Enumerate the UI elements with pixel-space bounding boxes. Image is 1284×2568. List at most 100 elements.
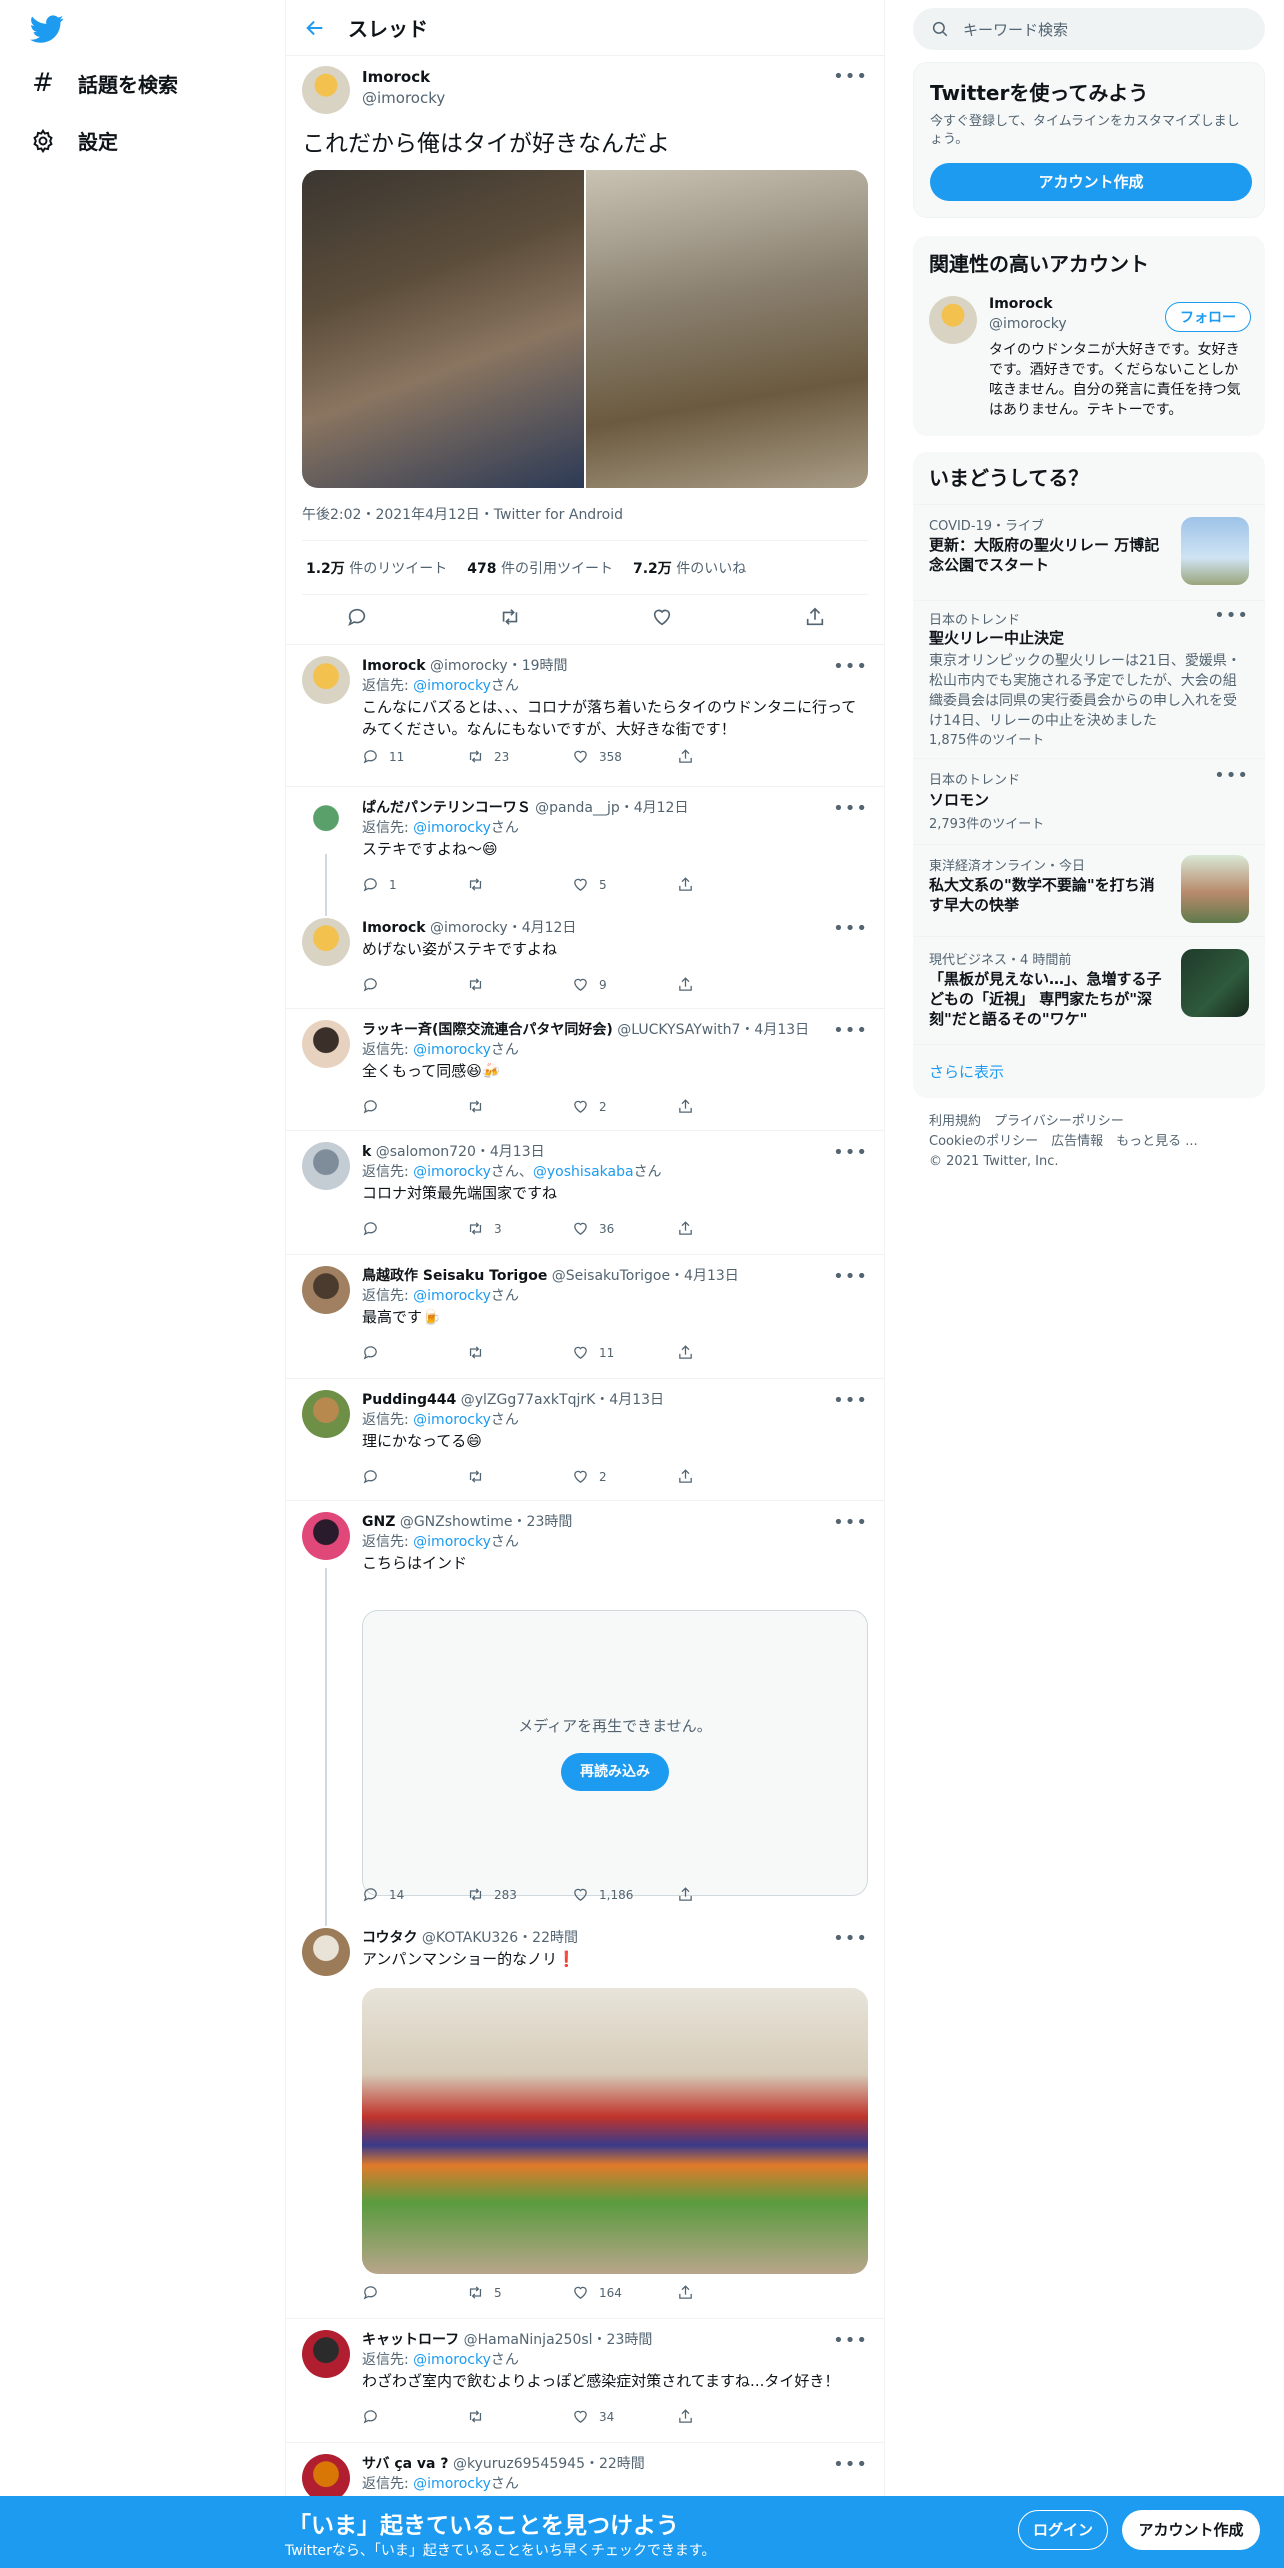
author-name[interactable]: k bbox=[362, 1144, 371, 1160]
share-action[interactable] bbox=[677, 976, 782, 993]
like-action[interactable]: 358 bbox=[572, 748, 677, 765]
like-action[interactable]: 36 bbox=[572, 1220, 677, 1237]
share-action[interactable] bbox=[677, 876, 782, 893]
show-more-link[interactable]: さらに表示 bbox=[913, 1044, 1265, 1098]
reply-icon[interactable] bbox=[346, 606, 368, 628]
footer-links-2[interactable]: Cookieのポリシー 広告情報 もっと見る ... bbox=[929, 1132, 1198, 1152]
twitter-logo-icon[interactable] bbox=[30, 12, 64, 46]
trend-item[interactable]: 日本のトレンド ••• ソロモン 2,793件のツイート bbox=[913, 758, 1265, 840]
reply-to-link[interactable]: @imorocky bbox=[413, 678, 491, 694]
reply-action[interactable] bbox=[362, 2284, 467, 2301]
tweet-meta[interactable]: 午後2:02・2021年4月12日・Twitter for Android bbox=[302, 504, 623, 524]
author-name[interactable]: Imorock bbox=[362, 68, 430, 86]
more-icon[interactable]: ••• bbox=[833, 66, 868, 87]
like-stat[interactable]: 7.2万 件のいいね bbox=[633, 558, 746, 578]
author-name[interactable]: GNZ bbox=[362, 1514, 395, 1530]
retweet-action[interactable] bbox=[467, 2408, 572, 2425]
author-handle[interactable]: @imorocky bbox=[362, 89, 445, 107]
reply-to-link[interactable]: @imorocky bbox=[413, 820, 491, 836]
author-handle[interactable]: @SeisakuTorigoe・4月13日 bbox=[552, 1268, 739, 1284]
retweet-action[interactable] bbox=[467, 976, 572, 993]
author-name[interactable]: Imorock bbox=[362, 920, 426, 936]
search-box[interactable]: キーワード検索 bbox=[913, 8, 1265, 50]
photo-2[interactable] bbox=[586, 170, 868, 488]
avatar[interactable] bbox=[302, 798, 350, 846]
author-handle[interactable]: @imorocky・19時間 bbox=[430, 658, 568, 674]
reload-button[interactable]: 再読み込み bbox=[561, 1753, 669, 1791]
reply-action[interactable]: 1 bbox=[362, 876, 467, 893]
follow-button[interactable]: フォロー bbox=[1165, 302, 1251, 332]
reply-to-link[interactable]: @imorocky bbox=[413, 1534, 491, 1550]
avatar[interactable] bbox=[302, 1142, 350, 1190]
author-name[interactable]: コウタク bbox=[362, 1930, 417, 1946]
reply-action[interactable] bbox=[362, 1344, 467, 1361]
like-action[interactable]: 11 bbox=[572, 1344, 677, 1361]
author-handle[interactable]: @KOTAKU326・22時間 bbox=[422, 1930, 578, 1946]
reply-to-link[interactable]: @imorocky bbox=[413, 1288, 491, 1304]
share-action[interactable] bbox=[677, 1344, 782, 1361]
like-action[interactable]: 5 bbox=[572, 876, 677, 893]
avatar[interactable] bbox=[302, 1020, 350, 1068]
like-action[interactable]: 34 bbox=[572, 2408, 677, 2425]
reply-to-link[interactable]: @imorocky bbox=[413, 2352, 491, 2368]
avatar[interactable] bbox=[302, 2330, 350, 2378]
like-action[interactable]: 164 bbox=[572, 2284, 677, 2301]
retweet-action[interactable]: 3 bbox=[467, 1220, 572, 1237]
avatar[interactable] bbox=[302, 2454, 350, 2502]
search-input[interactable]: キーワード検索 bbox=[963, 19, 1068, 40]
retweet-action[interactable]: 283 bbox=[467, 1886, 572, 1903]
author-name[interactable]: ラッキー斉(国際交流連合パタヤ同好会) bbox=[362, 1022, 613, 1038]
reply-to-link[interactable]: @imorocky bbox=[413, 2476, 491, 2492]
video-player[interactable]: メディアを再生できません。 再読み込み bbox=[362, 1610, 868, 1896]
tweet-media[interactable] bbox=[302, 170, 868, 488]
author-name[interactable]: Pudding444 bbox=[362, 1392, 456, 1408]
reply-action[interactable] bbox=[362, 1098, 467, 1115]
back-arrow-icon[interactable] bbox=[304, 17, 326, 39]
trend-item[interactable]: COVID-19・ライブ 更新：大阪府の聖火リレー 万博記念公園でスタート bbox=[913, 504, 1265, 592]
nav-explore[interactable]: # 話題を検索 bbox=[30, 68, 178, 98]
share-action[interactable] bbox=[677, 1098, 782, 1115]
retweet-action[interactable] bbox=[467, 876, 572, 893]
author-handle[interactable]: @HamaNinja250sl・23時間 bbox=[464, 2332, 653, 2348]
author-handle[interactable]: @kyuruz69545945・22時間 bbox=[453, 2456, 645, 2472]
retweet-action[interactable]: 23 bbox=[467, 748, 572, 765]
avatar[interactable] bbox=[302, 656, 350, 704]
retweet-action[interactable] bbox=[467, 1468, 572, 1485]
author-handle[interactable]: @LUCKYSAYwith7・4月13日 bbox=[617, 1022, 809, 1038]
retweet-action[interactable] bbox=[467, 1344, 572, 1361]
reply-to-link[interactable]: @imorocky bbox=[413, 1164, 491, 1180]
avatar[interactable] bbox=[302, 1266, 350, 1314]
account-name[interactable]: Imorock bbox=[989, 296, 1053, 312]
like-action[interactable]: 1,186 bbox=[572, 1886, 677, 1903]
share-action[interactable] bbox=[677, 2408, 782, 2425]
reply-action[interactable] bbox=[362, 2408, 467, 2425]
reply-action[interactable] bbox=[362, 1468, 467, 1485]
photo-1[interactable] bbox=[302, 170, 584, 488]
share-action[interactable] bbox=[677, 1468, 782, 1485]
quote-stat[interactable]: 478 件の引用ツイート bbox=[467, 558, 613, 578]
avatar[interactable] bbox=[302, 1390, 350, 1438]
avatar[interactable] bbox=[929, 296, 977, 344]
reply-photo[interactable] bbox=[362, 1988, 868, 2274]
like-action[interactable]: 2 bbox=[572, 1098, 677, 1115]
avatar[interactable] bbox=[302, 1512, 350, 1560]
reply-to-link[interactable]: @imorocky bbox=[413, 1042, 491, 1058]
avatar[interactable] bbox=[302, 66, 350, 114]
more-icon[interactable]: ••• bbox=[1214, 605, 1249, 626]
trend-item[interactable]: 現代ビジネス・4 時間前 「黒板が見えない…」、急増する子どもの「近視」 専門家… bbox=[913, 936, 1265, 1044]
author-name[interactable]: キャットローフ bbox=[362, 2332, 459, 2348]
author-name[interactable]: 鳥越政作 Seisaku Torigoe bbox=[362, 1268, 547, 1284]
avatar[interactable] bbox=[302, 918, 350, 966]
retweet-action[interactable]: 5 bbox=[467, 2284, 572, 2301]
author-handle[interactable]: @salomon720・4月13日 bbox=[376, 1144, 545, 1160]
reply-action[interactable]: 11 bbox=[362, 748, 467, 765]
account-handle[interactable]: @imorocky bbox=[989, 316, 1067, 332]
author-name[interactable]: ぱんだパンテリンコーワＳ bbox=[362, 800, 531, 816]
share-icon[interactable] bbox=[804, 606, 826, 628]
author-handle[interactable]: @ylZGg77axkTqjrK・4月13日 bbox=[461, 1392, 664, 1408]
author-handle[interactable]: @GNZshowtime・23時間 bbox=[400, 1514, 573, 1530]
reply-to-link[interactable]: @imorocky bbox=[413, 1412, 491, 1428]
trend-item[interactable]: 東洋経済オンライン・今日 私大文系の"数学不要論"を打ち消す早大の快挙 bbox=[913, 844, 1265, 936]
share-action[interactable] bbox=[677, 1220, 782, 1237]
like-action[interactable]: 9 bbox=[572, 976, 677, 993]
